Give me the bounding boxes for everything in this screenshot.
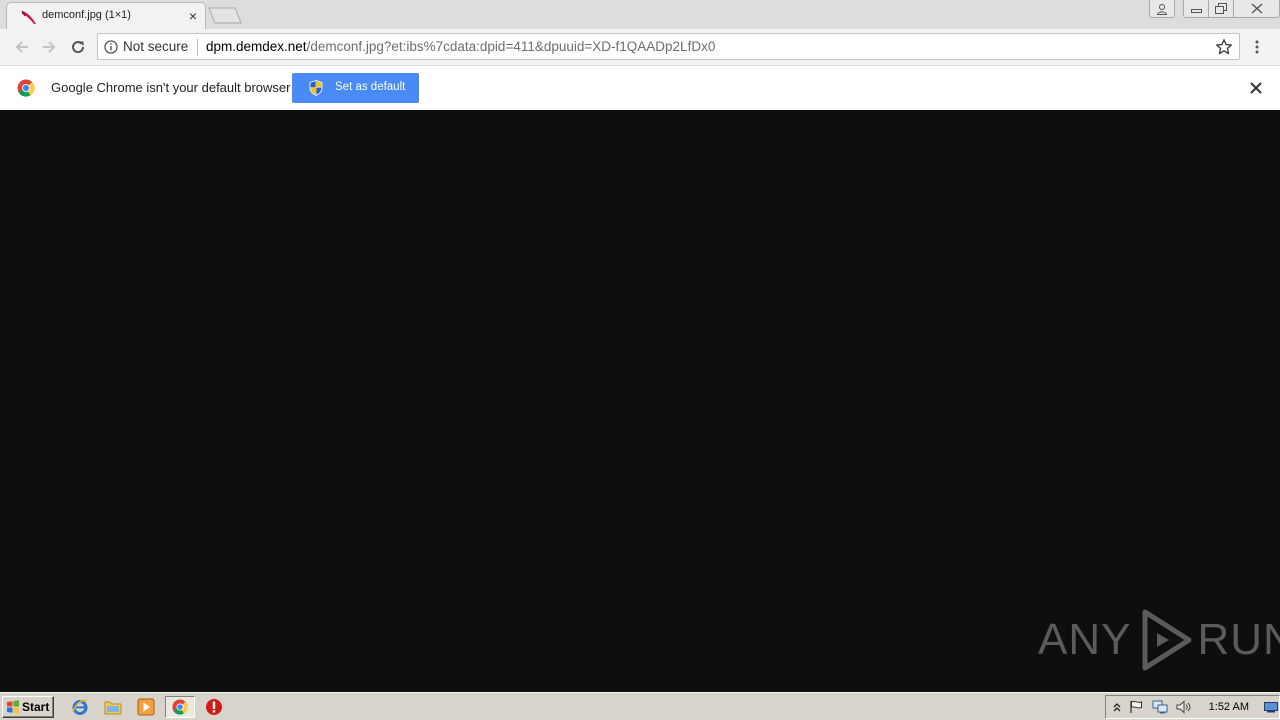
close-icon: [1251, 3, 1262, 14]
chrome-logo-icon: [17, 79, 35, 97]
stop-icon: [206, 699, 222, 715]
url-text[interactable]: dpm.demdex.net/demconf.jpg?et:ibs%7cdata…: [206, 39, 715, 54]
anyrun-watermark: ANY RUN: [1038, 608, 1280, 672]
volume-icon: [1176, 700, 1191, 714]
tab-title: demconf.jpg (1×1): [42, 9, 131, 21]
reload-button[interactable]: [68, 37, 88, 57]
forward-arrow-icon: [43, 41, 56, 53]
system-tray: 1:52 AM: [1105, 695, 1280, 719]
start-button[interactable]: Start: [2, 696, 54, 718]
flag-icon: [1130, 700, 1142, 713]
tray-volume[interactable]: [1176, 699, 1192, 715]
tray-action-center[interactable]: [1128, 699, 1144, 715]
minimize-icon: [1190, 8, 1202, 13]
security-status[interactable]: Not secure: [123, 39, 188, 54]
url-host: dpm.demdex.net: [206, 39, 307, 54]
play-logo-icon: [1142, 609, 1192, 671]
tab-demconf[interactable]: demconf.jpg (1×1) ×: [6, 2, 206, 30]
taskbar-explorer[interactable]: [103, 697, 123, 717]
chrome-menu-button[interactable]: [1249, 38, 1265, 56]
tab-strip: demconf.jpg (1×1) ×: [0, 0, 1280, 30]
new-tab-button[interactable]: [208, 7, 242, 24]
media-player-icon: [137, 698, 155, 716]
image-feather-icon: [21, 10, 36, 24]
window-close-button[interactable]: [1234, 0, 1280, 18]
taskbar-media-player[interactable]: [136, 697, 156, 717]
set-as-default-button[interactable]: Set as default: [292, 73, 419, 103]
page-content-viewport: ANY RUN: [0, 110, 1280, 692]
watermark-right-text: RUN: [1197, 615, 1280, 664]
show-desktop-button[interactable]: [1263, 699, 1279, 715]
more-vertical-icon: [1255, 40, 1259, 54]
set-as-default-label: Set as default: [335, 81, 406, 93]
show-hidden-icon: [1113, 703, 1121, 712]
window-controls: [1149, 0, 1280, 20]
url-path: /demconf.jpg?et:ibs%7cdata:dpid=411&dpuu…: [306, 39, 716, 54]
show-desktop-icon: [1264, 702, 1278, 713]
user-button[interactable]: [1149, 0, 1175, 18]
taskbar-clock[interactable]: 1:52 AM: [1209, 701, 1249, 713]
windows-logo-icon: [7, 700, 19, 714]
tray-network[interactable]: [1152, 699, 1168, 715]
omnibox-separator: [197, 39, 198, 56]
uac-shield-icon: [309, 80, 323, 96]
internet-explorer-icon: [72, 699, 88, 715]
explorer-folder-icon: [104, 701, 122, 715]
infobar-close-icon[interactable]: [1248, 80, 1264, 96]
maximize-icon: [1215, 3, 1227, 14]
infobar-message: Google Chrome isn't your default browser: [51, 80, 291, 95]
bookmark-star-icon[interactable]: [1215, 38, 1233, 56]
taskbar-stop-app[interactable]: [204, 697, 224, 717]
minimize-button[interactable]: [1183, 0, 1209, 18]
maximize-button[interactable]: [1209, 0, 1234, 18]
reload-icon: [72, 41, 85, 54]
user-icon: [1156, 3, 1168, 15]
back-button[interactable]: [12, 37, 32, 57]
default-browser-infobar: Google Chrome isn't your default browser…: [0, 65, 1280, 110]
address-bar[interactable]: Not secure dpm.demdex.net/demconf.jpg?et…: [97, 33, 1240, 60]
info-icon[interactable]: [104, 40, 118, 54]
windows-taskbar: Start 1:52 AM: [0, 692, 1280, 720]
start-label: Start: [22, 700, 50, 714]
tab-close-button[interactable]: ×: [189, 8, 197, 24]
taskbar-chrome[interactable]: [165, 696, 195, 718]
chrome-icon: [172, 699, 188, 715]
tray-show-hidden[interactable]: [1109, 699, 1125, 715]
watermark-left-text: ANY: [1038, 615, 1132, 664]
network-icon: [1152, 700, 1168, 714]
forward-button[interactable]: [39, 37, 59, 57]
browser-toolbar: Not secure dpm.demdex.net/demconf.jpg?et…: [0, 29, 1280, 65]
back-arrow-icon: [15, 41, 28, 53]
taskbar-internet-explorer[interactable]: [70, 697, 90, 717]
